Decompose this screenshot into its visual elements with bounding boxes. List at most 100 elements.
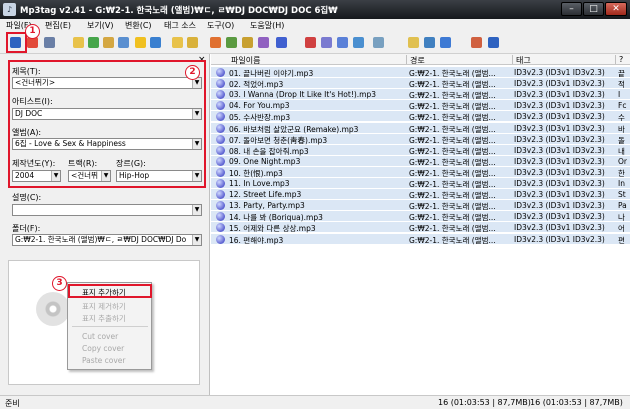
mp3-file-icon — [216, 112, 225, 122]
menu-item-copy-cover[interactable]: Copy cover — [82, 344, 124, 353]
status-bar: 준비 16 (01:03:53 | 87,7MB) 16 (01:03:53 |… — [0, 395, 630, 409]
table-row[interactable]: 07. 돌아보면 청춘(靑春).mp3 G:₩2-1. 한국노래 (앨범... ID… — [211, 133, 630, 145]
cell-extra: Pa — [618, 201, 627, 211]
tag-tag-icon[interactable] — [210, 37, 221, 48]
save-highlight — [6, 32, 27, 53]
toolbar — [0, 32, 630, 54]
table-row[interactable]: 09. One Night.mp3 G:₩2-1. 한국노래 (앨범... ID3v… — [211, 155, 630, 167]
table-row[interactable]: 01. 끝나버린 이야기.mp3 G:₩2-1. 한국노래 (앨범... ID3v2… — [211, 67, 630, 78]
cd-placeholder-icon — [36, 292, 70, 326]
folder-icon[interactable] — [103, 37, 114, 48]
menu-item-extract-cover[interactable]: 표지 추출하기 — [82, 313, 126, 324]
undo-icon[interactable] — [44, 37, 55, 48]
mp3-file-icon — [216, 223, 225, 233]
mp3-file-icon — [216, 167, 225, 177]
table-row[interactable]: 08. 내 손을 잡아줘.mp3 G:₩2-1. 한국노래 (앨범... ID3v2… — [211, 144, 630, 156]
table-row[interactable]: 04. For You.mp3 G:₩2-1. 한국노래 (앨범... ID3v2.… — [211, 100, 630, 111]
mp3-file-icon — [216, 101, 225, 111]
mp3-file-icon — [216, 134, 225, 144]
close-button[interactable]: ✕ — [605, 2, 627, 16]
cell-tag: ID3v2.3 (ID3v1 ID3v2.3) — [514, 68, 605, 77]
refresh-icon[interactable] — [150, 37, 161, 48]
table-row[interactable]: 02. 적었어.mp3 G:₩2-1. 한국노래 (앨범... ID3v2.3 (I… — [211, 78, 630, 89]
comment-combo[interactable]: ▼ — [12, 204, 202, 216]
menu-item-remove-cover[interactable]: 표지 제거하기 — [82, 301, 126, 312]
open-folder-icon[interactable] — [73, 37, 84, 48]
tag-to-filename-icon[interactable] — [172, 37, 183, 48]
table-row[interactable]: 14. 나를 봐 (Boriqua).mp3 G:₩2-1. 한국노래 (앨범..… — [211, 211, 630, 222]
menu-view[interactable]: 보기(V) — [87, 20, 113, 31]
table-row[interactable]: 13. Party, Party.mp3 G:₩2-1. 한국노래 (앨범... I… — [211, 200, 630, 211]
table-row[interactable]: 06. 바보처럼 살았군요 (Remake).mp3 G:₩2-1. 한국노래 (… — [211, 122, 630, 134]
table-row[interactable]: 16. 편해야.mp3 G:₩2-1. 한국노래 (앨범... ID3v2.3 (I… — [211, 233, 630, 245]
export-icon[interactable] — [321, 37, 332, 48]
column-header-filename[interactable]: 파일이름 — [231, 55, 260, 66]
edit-icon[interactable] — [305, 37, 316, 48]
menu-edit[interactable]: 편집(E) — [45, 20, 71, 31]
list-icon[interactable] — [353, 37, 364, 48]
filename-filename-icon[interactable] — [258, 37, 269, 48]
file-list: 파일이름 경로 태그 ? 01. 끝나버린 이야기.mp3 G:₩2-1. 한국노… — [211, 54, 630, 395]
cell-tag: ID3v2.3 (ID3v1 ID3v2.3) — [514, 112, 605, 122]
column-divider[interactable] — [615, 55, 616, 64]
cell-extra: I — [618, 90, 621, 100]
table-row[interactable]: 05. 수사반장.mp3 G:₩2-1. 한국노래 (앨범... ID3v2.3 (… — [211, 111, 630, 122]
table-row[interactable]: 15. 어제와 다른 상상.mp3 G:₩2-1. 한국노래 (앨범... ID3v… — [211, 222, 630, 233]
cell-filename: 04. For You.mp3 — [229, 101, 290, 111]
chevron-down-icon[interactable]: ▼ — [192, 205, 201, 215]
mp3-file-icon — [216, 212, 225, 222]
column-header-path[interactable]: 경로 — [410, 55, 425, 66]
cell-filename: 13. Party, Party.mp3 — [229, 201, 305, 211]
column-header-tag[interactable]: 태그 — [516, 55, 531, 66]
playlist-export-icon[interactable] — [337, 37, 348, 48]
cell-tag: ID3v2.3 (ID3v1 ID3v2.3) — [514, 179, 605, 188]
playlist-icon[interactable] — [118, 37, 129, 48]
column-divider[interactable] — [512, 55, 513, 64]
fields-highlight — [8, 60, 206, 188]
globe-icon[interactable] — [440, 37, 451, 48]
cell-tag: ID3v2.3 (ID3v1 ID3v2.3) — [514, 123, 605, 133]
table-row[interactable]: 10. 한(恨).mp3 G:₩2-1. 한국노래 (앨범... ID3v2.3 (… — [211, 166, 630, 178]
menu-item-paste-cover[interactable]: Paste cover — [82, 356, 125, 365]
menu-tag-sources[interactable]: 태그 소스 — [164, 20, 196, 31]
menu-item-cut-cover[interactable]: Cut cover — [82, 332, 118, 341]
folder-combo[interactable]: G:₩2-1. 한국노래 (앨범)₩ㄷ, ㄹ₩DJ DOC₩DJ Do ▼ — [12, 234, 202, 246]
table-row[interactable]: 11. In Love.mp3 G:₩2-1. 한국노래 (앨범... ID3v2.… — [211, 178, 630, 189]
menu-convert[interactable]: 변환(C) — [125, 20, 152, 31]
step-badge-2: 2 — [185, 65, 200, 80]
add-folder-icon[interactable] — [88, 37, 99, 48]
mp3-file-icon — [216, 79, 225, 89]
list-header: 파일이름 경로 태그 ? — [211, 54, 630, 65]
column-header-extra[interactable]: ? — [619, 55, 623, 64]
mp3-file-icon — [216, 201, 225, 211]
web-source-icon[interactable] — [424, 37, 435, 48]
status-selected: 16 (01:03:53 | 87,7MB) — [438, 398, 531, 407]
tag-text-file-icon[interactable] — [242, 37, 253, 48]
maximize-button[interactable]: □ — [583, 2, 604, 16]
columns-icon[interactable] — [373, 37, 384, 48]
menu-separator — [72, 326, 148, 327]
cell-path: G:₩2-1. 한국노래 (앨범... — [409, 235, 496, 245]
cell-filename: 03. I Wanna (Drop It Like It's Hot!).mp3 — [229, 90, 376, 100]
text-file-tag-icon[interactable] — [226, 37, 237, 48]
app-icon[interactable]: ♪ — [3, 3, 16, 16]
help-icon[interactable] — [488, 37, 499, 48]
filename-to-tag-icon[interactable] — [187, 37, 198, 48]
menu-tools[interactable]: 도구(O) — [207, 20, 234, 31]
cell-extra: In — [618, 179, 625, 188]
text-case-icon[interactable] — [276, 37, 287, 48]
menu-bar: 파일(F) 편집(E) 보기(V) 변환(C) 태그 소스 도구(O) 도움말(… — [0, 19, 630, 32]
menu-help[interactable]: 도움말(H) — [250, 20, 284, 31]
window-title: Mp3tag v2.41 - G:₩2-1. 한국노래 (앨범)₩ㄷ, ㄹ₩DJ… — [20, 6, 338, 16]
chevron-down-icon[interactable]: ▼ — [192, 235, 201, 245]
cell-tag: ID3v2.3 (ID3v1 ID3v2.3) — [514, 145, 605, 155]
step-badge-1: 1 — [25, 24, 40, 39]
album-icon[interactable] — [408, 37, 419, 48]
minimize-button[interactable]: – — [561, 2, 582, 16]
table-row[interactable]: 12. Street Life.mp3 G:₩2-1. 한국노래 (앨범... ID… — [211, 189, 630, 200]
settings-icon[interactable] — [471, 37, 482, 48]
column-divider[interactable] — [406, 55, 407, 64]
table-row[interactable]: 03. I Wanna (Drop It Like It's Hot!).mp3… — [211, 89, 630, 100]
folder-label: 폴더(F): — [12, 224, 41, 233]
favorite-star-icon[interactable] — [135, 37, 146, 48]
